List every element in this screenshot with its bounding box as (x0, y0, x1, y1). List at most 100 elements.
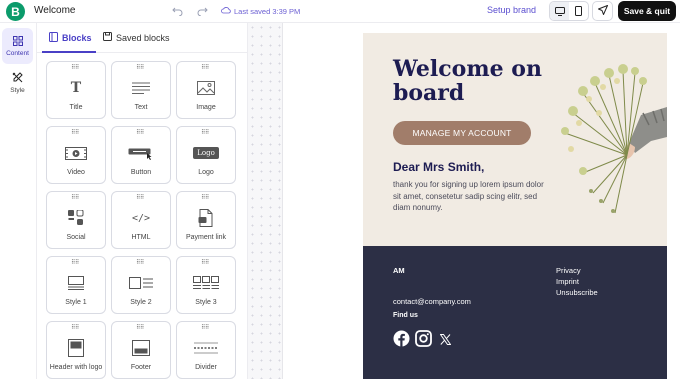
block-label: Button (130, 169, 152, 176)
layout-style2-icon (112, 273, 170, 293)
footer-find-us: Find us (393, 312, 418, 319)
drag-handle-icon[interactable]: ⠿⠿ (136, 130, 144, 136)
redo-icon[interactable] (195, 4, 209, 18)
block-label: Text (134, 104, 148, 111)
drag-handle-icon[interactable]: ⠿⠿ (71, 195, 79, 201)
undo-icon[interactable] (170, 4, 184, 18)
block-style-3[interactable]: ⠿⠿ Style 3 (176, 256, 236, 314)
block-label: Divider (195, 364, 217, 371)
footer-link-imprint[interactable]: Imprint (556, 276, 598, 287)
tab-saved-blocks[interactable]: Saved blocks (103, 32, 170, 43)
block-label: Footer (130, 364, 152, 371)
block-html[interactable]: ⠿⠿ </> HTML (111, 191, 171, 249)
block-style-2[interactable]: ⠿⠿ Style 2 (111, 256, 171, 314)
block-label: Social (66, 234, 86, 241)
blocks-icon (49, 32, 58, 44)
rail-item-content[interactable]: Content (2, 28, 33, 64)
code-icon-text: </> (131, 212, 151, 224)
email-headline[interactable]: Welcome on board (393, 57, 543, 105)
flower-bouquet-image[interactable] (543, 53, 667, 228)
footer-brand[interactable]: AM (393, 266, 405, 275)
block-label: Style 3 (195, 299, 217, 306)
drag-handle-icon[interactable]: ⠿⠿ (136, 260, 144, 266)
block-divider[interactable]: ⠿⠿ Divider (176, 321, 236, 379)
instagram-icon[interactable] (415, 330, 432, 352)
block-button[interactable]: ⠿⠿ Button (111, 126, 171, 184)
payment-link-icon (177, 208, 235, 228)
code-icon: </> (112, 208, 170, 228)
block-label: Video (67, 169, 85, 176)
hero-section[interactable]: Welcome on board MANAGE MY ACCOUNT Dear … (363, 33, 667, 246)
block-image[interactable]: ⠿⠿ Image (176, 61, 236, 119)
footer-icon (112, 338, 170, 358)
block-label: HTML (131, 234, 151, 241)
manage-account-button[interactable]: MANAGE MY ACCOUNT (393, 121, 531, 145)
block-video[interactable]: ⠿⠿ Video (46, 126, 106, 184)
paint-brush-icon (12, 72, 23, 85)
drag-handle-icon[interactable]: ⠿⠿ (71, 130, 79, 136)
drag-handle-icon[interactable]: ⠿⠿ (201, 260, 209, 266)
social-icon (47, 208, 105, 228)
title-icon: T (70, 80, 82, 96)
email-footer[interactable]: AM Privacy Imprint Unsubscribe contact@c… (363, 246, 667, 379)
x-twitter-icon[interactable] (439, 332, 452, 350)
block-style-1[interactable]: ⠿⠿ Style 1 (46, 256, 106, 314)
block-social[interactable]: ⠿⠿ Social (46, 191, 106, 249)
drag-handle-icon[interactable]: ⠿⠿ (201, 195, 209, 201)
cloud-check-icon (221, 6, 231, 16)
mobile-view-icon[interactable] (569, 2, 588, 20)
email-preview: Welcome on board MANAGE MY ACCOUNT Dear … (363, 33, 667, 379)
drag-handle-icon[interactable]: ⠿⠿ (201, 325, 209, 331)
block-label: Image (196, 104, 216, 111)
block-logo[interactable]: ⠿⠿ Logo Logo (176, 126, 236, 184)
block-title[interactable]: ⠿⠿ T Title (46, 61, 106, 119)
send-test-button[interactable] (592, 1, 613, 21)
save-icon (103, 32, 112, 43)
layout-style1-icon (47, 273, 105, 293)
tab-blocks[interactable]: Blocks (49, 32, 92, 44)
drag-handle-icon[interactable]: ⠿⠿ (71, 65, 79, 71)
grid-icon (12, 35, 23, 48)
drag-handle-icon[interactable]: ⠿⠿ (71, 260, 79, 266)
panel-tabs: Blocks Saved blocks (37, 23, 248, 53)
block-payment-link[interactable]: ⠿⠿ Payment link (176, 191, 236, 249)
block-text[interactable]: ⠿⠿ Text (111, 61, 171, 119)
email-body-text[interactable]: thank you for signing up lorem ipsum dol… (393, 179, 553, 214)
block-header-with-logo[interactable]: ⠿⠿ Header with logo (46, 321, 106, 379)
drag-handle-icon[interactable]: ⠿⠿ (136, 325, 144, 331)
image-icon (177, 78, 235, 98)
email-page: Welcome on board MANAGE MY ACCOUNT Dear … (282, 23, 680, 379)
footer-link-unsubscribe[interactable]: Unsubscribe (556, 287, 598, 298)
top-bar: B Welcome Last saved 3:39 PM Setup brand… (0, 0, 680, 23)
email-greeting[interactable]: Dear Mrs Smith, (393, 160, 484, 174)
desktop-view-icon[interactable] (550, 2, 569, 20)
block-label: Style 2 (130, 299, 152, 306)
drag-handle-icon[interactable]: ⠿⠿ (136, 65, 144, 71)
last-saved-status: Last saved 3:39 PM (221, 6, 300, 16)
brevo-logo[interactable]: B (6, 2, 25, 21)
header-logo-icon (47, 338, 105, 358)
editor-canvas: Welcome on board MANAGE MY ACCOUNT Dear … (248, 23, 680, 379)
rail-item-style[interactable]: Style (2, 65, 33, 101)
setup-brand-link[interactable]: Setup brand (487, 5, 536, 15)
text-lines-icon (112, 78, 170, 98)
layout-style3-icon (177, 273, 235, 293)
video-icon (47, 143, 105, 163)
drag-handle-icon[interactable]: ⠿⠿ (71, 325, 79, 331)
save-and-quit-button[interactable]: Save & quit (618, 1, 676, 21)
footer-links: Privacy Imprint Unsubscribe (556, 265, 598, 298)
footer-contact-email[interactable]: contact@company.com (393, 297, 471, 306)
footer-social-icons (393, 330, 452, 352)
paper-plane-icon (597, 2, 608, 20)
campaign-title[interactable]: Welcome (34, 5, 76, 16)
block-label: Payment link (185, 234, 227, 241)
rail-item-label: Style (10, 87, 25, 94)
blocks-panel: Blocks Saved blocks ⠿⠿ T Title ⠿⠿ Text ⠿… (37, 23, 248, 379)
block-footer[interactable]: ⠿⠿ Footer (111, 321, 171, 379)
drag-handle-icon[interactable]: ⠿⠿ (201, 130, 209, 136)
drag-handle-icon[interactable]: ⠿⠿ (201, 65, 209, 71)
drag-handle-icon[interactable]: ⠿⠿ (136, 195, 144, 201)
footer-link-privacy[interactable]: Privacy (556, 265, 598, 276)
divider-icon (177, 338, 235, 358)
facebook-icon[interactable] (393, 330, 410, 352)
